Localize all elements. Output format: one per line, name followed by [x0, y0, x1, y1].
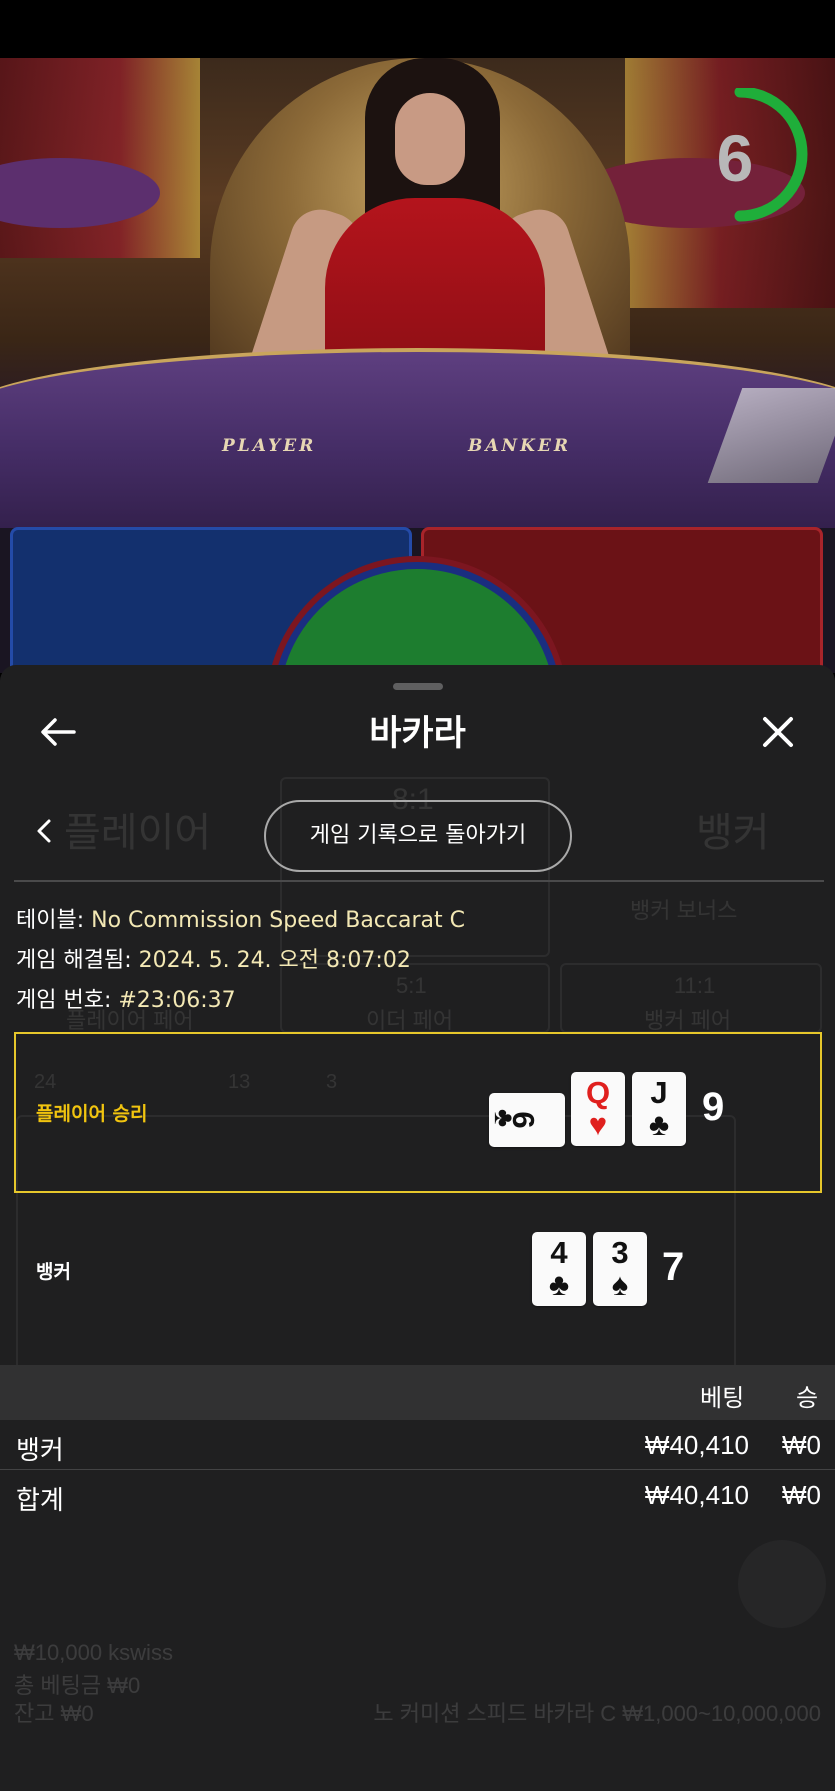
player-card-1: 6 ♣ — [489, 1093, 565, 1147]
ghost-table-limits: 노 커미션 스피드 바카라 C ₩1,000~10,000,000 — [373, 1701, 821, 1726]
ghost-banker-pair: 뱅커 페어 — [644, 1008, 732, 1033]
total-win: ₩0 — [782, 1480, 821, 1510]
bet-column-header: 베팅 — [700, 1384, 745, 1412]
player-result-row: 플레이어 승리 6 ♣ Q ♥ J ♣ 9 — [14, 1047, 822, 1177]
ghost-either-pair: 이더 페어 — [366, 1008, 454, 1033]
countdown-number: 6 — [716, 121, 754, 195]
ghost-either-pair-odds: 5:1 — [396, 973, 427, 998]
game-number-value: #23:06:37 — [118, 988, 236, 1013]
banker-score: 7 — [662, 1245, 685, 1289]
banker-card-2: 3 ♠ — [593, 1232, 647, 1306]
table-info-label: 테이블: — [16, 908, 85, 933]
ghost-banker-bonus: 뱅커 보너스 — [630, 898, 738, 923]
chevron-left-icon[interactable] — [26, 813, 62, 849]
table-banker-label: BANKER — [468, 436, 571, 456]
resolved-info: 게임 해결됨: 2024. 5. 24. 오전 8:07:02 — [16, 942, 411, 974]
sheet-drag-handle[interactable] — [393, 683, 443, 690]
table-info-value: No Commission Speed Baccarat C — [91, 908, 465, 933]
ghost-balance: 잔고 ₩0 — [14, 1701, 94, 1726]
back-to-history-button[interactable]: 게임 기록으로 돌아가기 — [264, 800, 572, 872]
table-row: 뱅커 ₩40,410 ₩0 — [0, 1420, 835, 1470]
player-win-label: 플레이어 승리 — [36, 1103, 148, 1125]
row-win: ₩0 — [782, 1430, 821, 1460]
header-divider — [14, 880, 824, 882]
win-column-header: 승 — [796, 1384, 819, 1412]
player-score: 9 — [702, 1085, 725, 1129]
sheet-title: 바카라 — [369, 714, 466, 754]
resolved-info-label: 게임 해결됨: — [16, 948, 132, 973]
game-number-info: 게임 번호: #23:06:37 — [16, 982, 236, 1014]
total-name: 합계 — [16, 1486, 64, 1516]
banker-label: 뱅커 — [36, 1261, 71, 1283]
curtain-left — [0, 58, 200, 258]
dealer-face — [395, 93, 465, 185]
player-card-3: J ♣ — [632, 1072, 686, 1146]
game-history-sheet: 플레이어 뱅커 8:1 뱅커 보너스 5:1 이더 페어 11:1 뱅커 페어 … — [0, 665, 835, 1791]
table-row-total: 합계 ₩40,410 ₩0 — [0, 1470, 835, 1520]
ghost-banker-pair-odds: 11:1 — [674, 973, 716, 998]
bets-table-header: 베팅 승 — [0, 1365, 835, 1420]
status-bar — [0, 0, 835, 58]
countdown-timer: 6 — [700, 88, 808, 224]
ghost-menu-icon — [738, 1540, 826, 1628]
ghost-balance-line: ₩10,000 kswiss — [14, 1640, 173, 1665]
table-info: 테이블: No Commission Speed Baccarat C — [16, 902, 465, 934]
row-bet: ₩40,410 — [644, 1430, 749, 1460]
table-player-label: PLAYER — [222, 436, 317, 456]
resolved-info-value: 2024. 5. 24. 오전 8:07:02 — [138, 948, 411, 973]
close-icon[interactable] — [754, 708, 802, 756]
banker-result-row: 뱅커 4 ♣ 3 ♠ 7 — [14, 1207, 822, 1337]
row-name: 뱅커 — [16, 1436, 64, 1466]
banker-card-1: 4 ♣ — [532, 1232, 586, 1306]
baccarat-table — [0, 348, 835, 528]
total-bet: ₩40,410 — [644, 1480, 749, 1510]
ghost-banker-label: 뱅커 — [696, 811, 770, 855]
player-card-2: Q ♥ — [571, 1072, 625, 1146]
game-number-label: 게임 번호: — [16, 988, 112, 1013]
ghost-player-label: 플레이어 — [64, 811, 212, 855]
